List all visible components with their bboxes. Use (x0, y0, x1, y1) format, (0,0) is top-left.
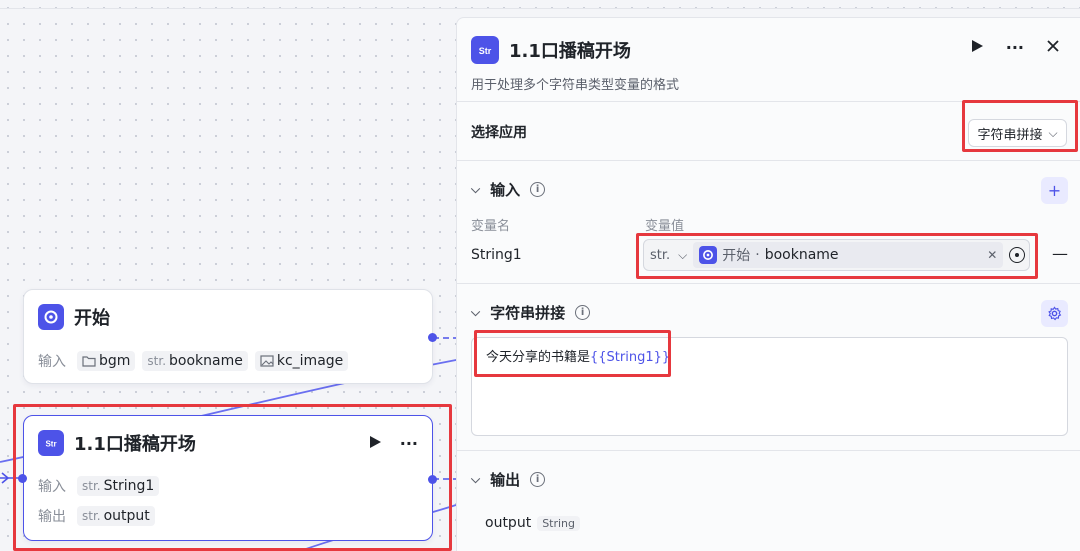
divider (457, 101, 1080, 102)
panel-run-icon[interactable] (971, 38, 984, 57)
string-node-input-port[interactable] (18, 474, 27, 483)
string-concat-node[interactable]: Str 1.1口播稿开场 ··· 输入 str. String1 输出 str.… (23, 415, 433, 541)
chevron-down-icon[interactable]: ⌵ (471, 305, 480, 320)
concat-section-title: 字符串拼接 (490, 304, 566, 322)
canvas-top-border (0, 8, 1080, 9)
start-input-label: 输入 (38, 354, 66, 370)
type-select-value: str. (650, 247, 671, 263)
remove-variable-icon[interactable]: — (1052, 244, 1068, 263)
run-node-icon[interactable] (369, 434, 382, 453)
pick-variable-icon[interactable] (1009, 247, 1026, 263)
add-variable-button[interactable]: + (1041, 177, 1068, 204)
start-node-title: 开始 (74, 308, 110, 329)
str-type-prefix: str. (82, 479, 101, 493)
output-section-title: 输出 (490, 471, 521, 489)
output-chip: str. output (77, 506, 155, 526)
node-config-panel: Str 1.1口播稿开场 ··· 用于处理多个字符串类型变量的格式 选择应用 字… (456, 17, 1080, 551)
str-type-prefix: str. (82, 509, 101, 523)
folder-icon (82, 356, 96, 367)
concat-template-textarea[interactable]: 今天分享的书籍是{{String1}} (471, 337, 1068, 436)
variable-reference-chip[interactable]: 开始 · bookname ✕ (693, 242, 1004, 268)
variable-value-field[interactable]: str. ⌵ 开始 · bookname ✕ (643, 239, 1030, 271)
reference-separator: · (755, 247, 760, 263)
more-options-icon[interactable]: ··· (400, 434, 418, 453)
divider (457, 450, 1080, 451)
input-chip-bookname: str. bookname (142, 351, 248, 371)
input-section-header[interactable]: ⌵ 输入 i (471, 179, 546, 200)
string-node-title: 1.1口播稿开场 (74, 434, 196, 455)
output-section-header[interactable]: ⌵ 输出 i (471, 469, 546, 490)
panel-description: 用于处理多个字符串类型变量的格式 (471, 78, 680, 93)
select-app-label: 选择应用 (471, 125, 527, 141)
select-app-dropdown[interactable]: 字符串拼接 ⌵ (968, 119, 1067, 147)
chevron-down-icon: ⌵ (678, 247, 688, 262)
settings-button[interactable] (1041, 300, 1068, 327)
close-icon[interactable] (1046, 38, 1060, 57)
str-type-prefix: str. (147, 354, 167, 368)
input-chip-bgm-label: bgm (99, 353, 131, 369)
input-chip-bookname-label: bookname (169, 353, 243, 369)
input-section-title: 输入 (490, 181, 521, 199)
panel-node-icon: Str (471, 36, 499, 64)
gear-icon (1048, 306, 1062, 321)
input-chip-bgm: bgm (77, 351, 136, 371)
variable-value-header: 变量值 (645, 219, 685, 234)
variable-name-field[interactable]: String1 (471, 247, 522, 263)
edge-arrow (1, 472, 10, 484)
info-icon[interactable]: i (575, 305, 591, 320)
panel-more-icon[interactable]: ··· (1006, 38, 1024, 57)
input-chip-string1-label: String1 (103, 478, 155, 494)
template-variable: {{String1}} (590, 350, 671, 365)
input-chip-kc-image-label: kc_image (276, 353, 344, 369)
output-chip-label: output (103, 508, 150, 524)
chevron-down-icon[interactable]: ⌵ (471, 472, 480, 487)
string-node-output-port[interactable] (428, 475, 437, 484)
start-node-icon (699, 246, 718, 264)
start-node[interactable]: 开始 输入 bgm str. bookname kc_image (23, 289, 433, 384)
select-app-value: 字符串拼接 (977, 127, 1043, 143)
input-chip-kc-image: kc_image (254, 351, 349, 371)
start-node-icon (38, 304, 64, 330)
reference-name: bookname (764, 247, 839, 263)
chevron-down-icon[interactable]: ⌵ (471, 182, 480, 197)
panel-title[interactable]: 1.1口播稿开场 (509, 37, 631, 63)
input-chip-string1: str. String1 (77, 476, 160, 496)
output-variable-name: output (485, 515, 532, 531)
clear-reference-icon[interactable]: ✕ (987, 248, 997, 262)
svg-text:Str: Str (45, 440, 56, 449)
svg-text:Str: Str (479, 46, 492, 56)
output-type-badge: String (537, 515, 581, 531)
divider (457, 160, 1080, 161)
type-select[interactable]: str. ⌵ (650, 248, 687, 263)
reference-source: 开始 (722, 248, 751, 264)
divider (457, 283, 1080, 284)
chevron-down-icon: ⌵ (1048, 125, 1058, 140)
start-node-output-port[interactable] (428, 333, 437, 342)
info-icon[interactable]: i (530, 182, 546, 197)
variable-name-header: 变量名 (471, 219, 511, 234)
info-icon[interactable]: i (530, 472, 546, 487)
concat-section-header[interactable]: ⌵ 字符串拼接 i (471, 302, 591, 323)
string-output-label: 输出 (38, 509, 66, 525)
output-variable-row: output String (485, 515, 581, 531)
string-node-icon: Str (38, 430, 64, 456)
image-icon (260, 355, 274, 367)
string-input-label: 输入 (38, 479, 66, 495)
template-text: 今天分享的书籍是 (486, 350, 591, 365)
